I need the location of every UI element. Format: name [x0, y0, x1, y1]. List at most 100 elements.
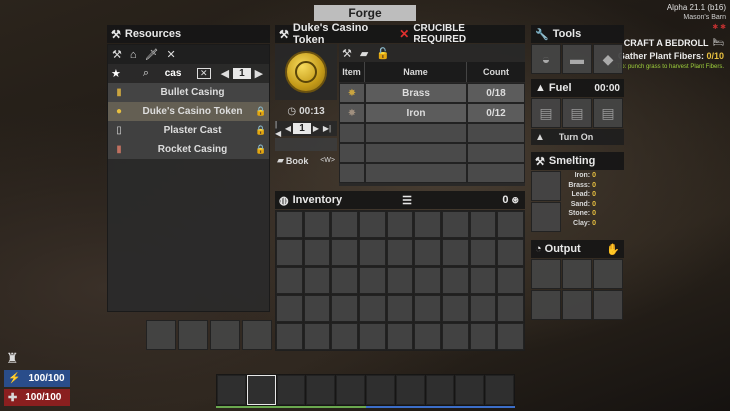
toolbelt-slot[interactable] — [425, 375, 455, 405]
smelting-input-slot[interactable] — [531, 171, 561, 201]
inventory-slot[interactable] — [276, 239, 303, 266]
queue-slot[interactable] — [146, 320, 176, 350]
inventory-slot[interactable] — [386, 267, 414, 294]
inventory-slot[interactable] — [441, 239, 469, 266]
inventory-slot[interactable] — [497, 295, 524, 322]
inventory-slot[interactable] — [303, 295, 331, 322]
toolbelt-slot[interactable] — [276, 375, 306, 405]
qty-last-icon[interactable]: ▶| — [321, 124, 333, 133]
inventory-slot[interactable] — [358, 295, 386, 322]
inventory-slot[interactable] — [441, 323, 469, 350]
quantity-field[interactable]: 1 — [293, 123, 311, 134]
output-slot[interactable] — [531, 259, 561, 289]
queue-slot[interactable] — [242, 320, 272, 350]
inventory-slot[interactable] — [386, 239, 414, 266]
inventory-slot[interactable] — [497, 323, 524, 350]
category-building-icon[interactable]: ⌂ — [130, 49, 137, 61]
qty-prev-icon[interactable]: ◀ — [283, 124, 293, 133]
inventory-slot[interactable] — [469, 295, 497, 322]
craft-button[interactable] — [275, 138, 337, 151]
inventory-slot[interactable] — [414, 211, 441, 238]
category-weapons-icon[interactable]: 🗡 — [145, 48, 159, 61]
output-slot[interactable] — [593, 290, 623, 320]
inventory-slot[interactable] — [358, 239, 386, 266]
inventory-slot[interactable] — [303, 239, 331, 266]
toolbelt-slot[interactable] — [395, 375, 425, 405]
inventory-slot[interactable] — [469, 323, 497, 350]
inventory-slot[interactable] — [469, 239, 497, 266]
inventory-slot[interactable] — [276, 211, 303, 238]
smelting-input-slot[interactable] — [531, 202, 561, 232]
qty-next-icon[interactable]: ▶ — [311, 124, 321, 133]
material-value: 0 — [592, 219, 596, 227]
inventory-slot[interactable] — [386, 295, 414, 322]
category-all-icon[interactable]: ⚒ — [112, 48, 122, 61]
list-item[interactable]: ▮ Rocket Casing 🔒 — [108, 140, 269, 159]
inventory-slot[interactable] — [469, 267, 497, 294]
inventory-slot[interactable] — [386, 211, 414, 238]
output-slot[interactable] — [562, 290, 592, 320]
output-slot[interactable] — [562, 259, 592, 289]
list-item[interactable]: ● Duke's Casino Token 🔒 — [108, 102, 269, 121]
toolbelt-slot[interactable] — [485, 375, 514, 405]
inventory-slot[interactable] — [497, 239, 524, 266]
inventory-slot[interactable] — [303, 323, 331, 350]
inventory-slot[interactable] — [276, 295, 303, 322]
inventory-slot[interactable] — [358, 267, 386, 294]
inventory-slot[interactable] — [358, 323, 386, 350]
queue-slot[interactable] — [178, 320, 208, 350]
qty-first-icon[interactable]: |◀ — [275, 120, 283, 138]
inventory-slot[interactable] — [358, 211, 386, 238]
list-item[interactable]: ▯ Plaster Cast 🔒 — [108, 121, 269, 140]
toolbelt-slot[interactable] — [217, 375, 246, 405]
inventory-slot[interactable] — [303, 211, 331, 238]
clear-search-icon[interactable]: ✕ — [197, 68, 211, 79]
output-slot[interactable] — [593, 259, 623, 289]
toolbelt-slot[interactable] — [306, 375, 336, 405]
tool-slot-crucible[interactable]: ◒ — [531, 44, 561, 74]
inventory-slot[interactable] — [441, 295, 469, 322]
inventory-slot[interactable] — [331, 323, 358, 350]
turn-on-button[interactable]: ▲ Turn On — [531, 129, 624, 145]
inventory-slot[interactable] — [331, 267, 358, 294]
inventory-slot[interactable] — [331, 295, 358, 322]
favorite-star-icon[interactable]: ★ — [111, 67, 121, 80]
book-label[interactable]: Book — [286, 156, 309, 166]
inventory-slot[interactable] — [276, 267, 303, 294]
inventory-slot[interactable] — [441, 211, 469, 238]
list-item[interactable]: ▮ Bullet Casing — [108, 83, 269, 102]
inventory-slot[interactable] — [276, 323, 303, 350]
category-tools-icon[interactable]: ✕ — [167, 48, 176, 61]
take-all-icon[interactable]: ✋ — [606, 243, 620, 256]
tab-recipe-icon[interactable]: ⚒ — [342, 47, 352, 60]
tab-unlock-icon[interactable]: 🔓 — [376, 47, 390, 60]
inventory-slot[interactable] — [414, 267, 441, 294]
fuel-slot[interactable]: ▤ — [593, 98, 623, 128]
inventory-slot[interactable] — [331, 211, 358, 238]
toolbelt-slot[interactable] — [336, 375, 365, 405]
fuel-slot[interactable]: ▤ — [562, 98, 592, 128]
page-prev-icon[interactable]: ◀ — [221, 67, 229, 80]
inventory-slot[interactable] — [497, 211, 524, 238]
inventory-slot[interactable] — [414, 295, 441, 322]
inventory-slot[interactable] — [303, 267, 331, 294]
toolbelt-slot[interactable] — [455, 375, 485, 405]
toolbelt-slot[interactable] — [365, 375, 395, 405]
inventory-slot[interactable] — [497, 267, 524, 294]
inventory-slot[interactable] — [386, 323, 414, 350]
page-next-icon[interactable]: ▶ — [255, 67, 263, 80]
tab-book-icon[interactable]: ▰ — [360, 47, 368, 60]
toolbelt-slot[interactable] — [246, 375, 276, 405]
inventory-slot[interactable] — [414, 239, 441, 266]
search-input[interactable]: cas — [153, 68, 193, 79]
fuel-slot[interactable]: ▤ — [531, 98, 561, 128]
tool-slot-bellows[interactable]: ◆ — [593, 44, 623, 74]
output-slot[interactable] — [531, 290, 561, 320]
inventory-slot[interactable] — [469, 211, 497, 238]
inventory-slot[interactable] — [331, 239, 358, 266]
queue-slot[interactable] — [210, 320, 240, 350]
sort-icon[interactable]: ☰ — [402, 194, 412, 207]
inventory-slot[interactable] — [414, 323, 441, 350]
tool-slot-anvil[interactable]: ▬ — [562, 44, 592, 74]
inventory-slot[interactable] — [441, 267, 469, 294]
